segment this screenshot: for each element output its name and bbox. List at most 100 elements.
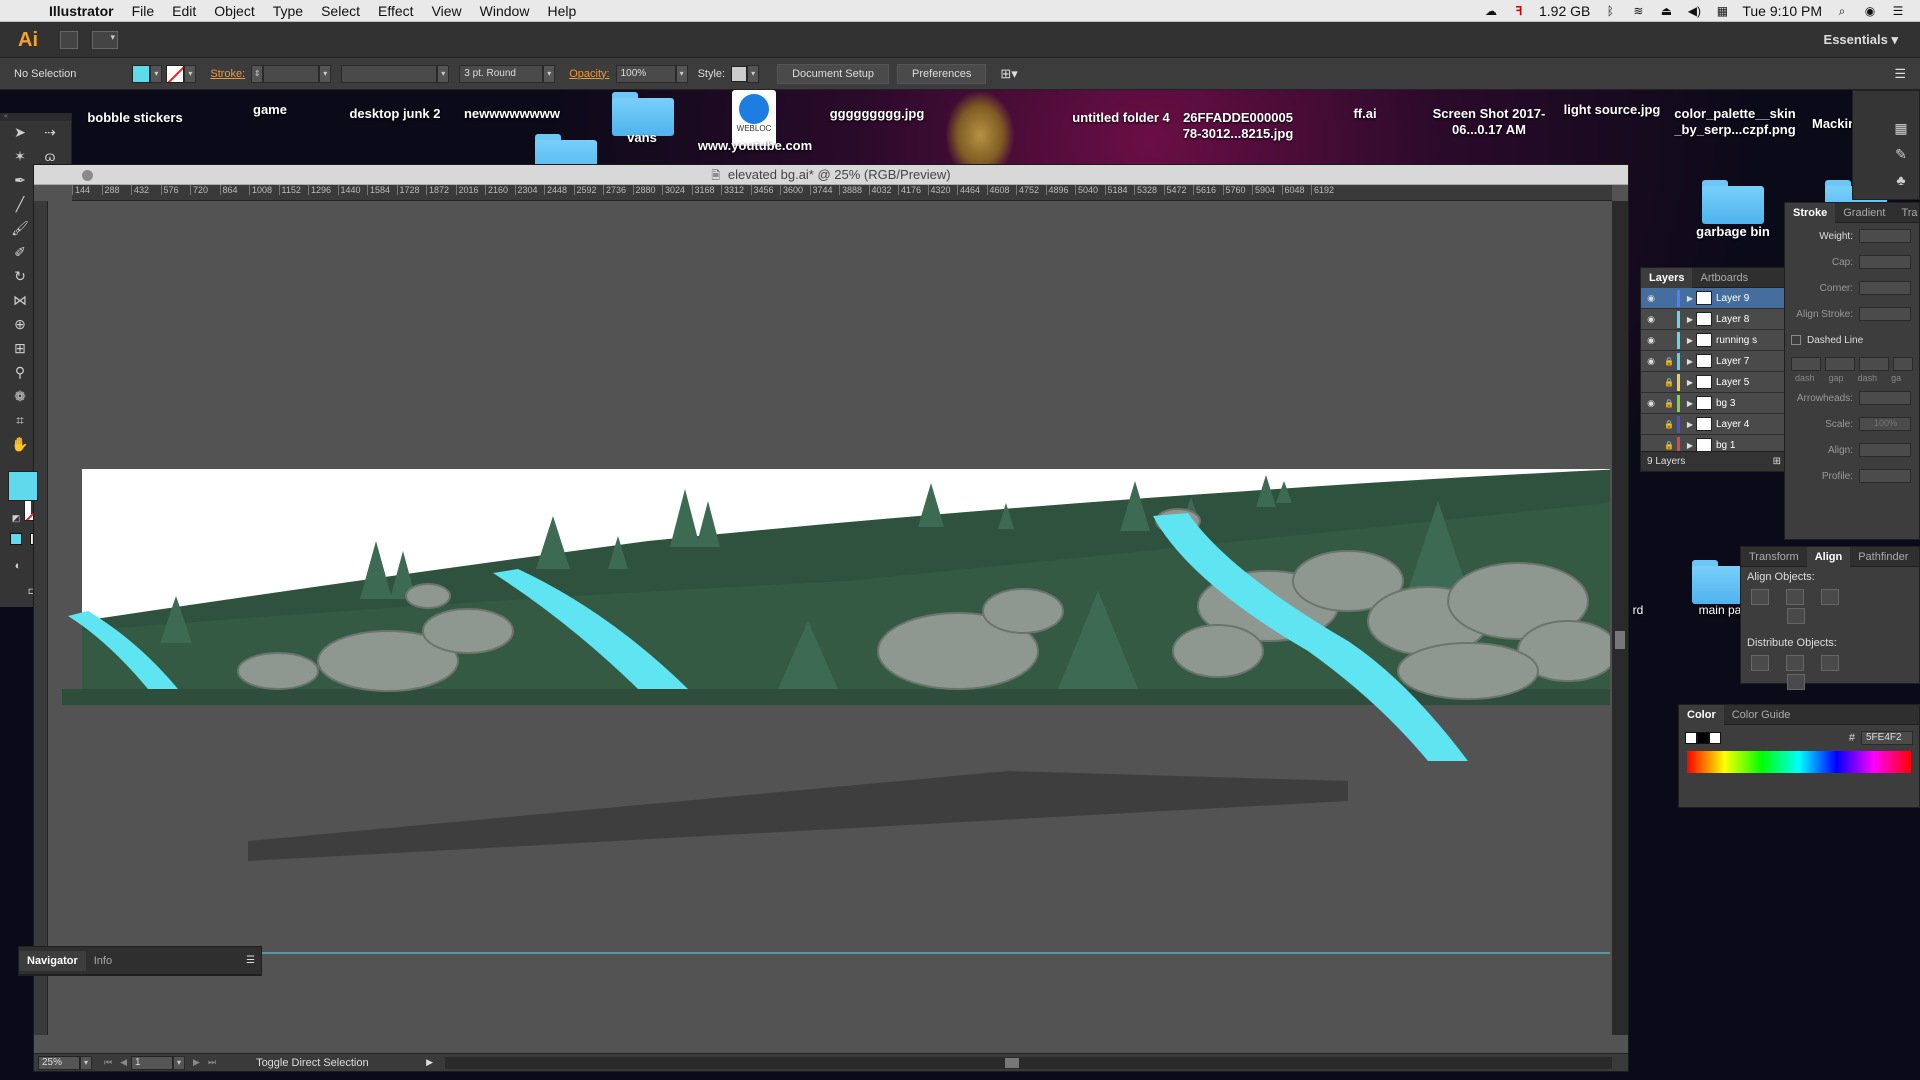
desktop-item[interactable]: newwwwwwww [462, 106, 562, 122]
desktop-item[interactable]: light source.jpg [1560, 102, 1664, 118]
shape-builder-icon[interactable]: ⊕ [8, 313, 32, 335]
distribute-left-button[interactable] [1787, 674, 1805, 690]
fill-dropdown[interactable]: ▾ [150, 64, 163, 83]
calendar-icon[interactable]: ▦ [1714, 4, 1730, 18]
selection-tool-icon[interactable]: ➤ [8, 121, 32, 143]
align-left-button[interactable] [1751, 589, 1769, 605]
clock[interactable]: Tue 9:10 PM [1742, 3, 1822, 19]
tab-transparency[interactable]: Tra [1893, 207, 1920, 219]
siri-icon[interactable]: ◉ [1862, 4, 1878, 18]
line-tool-icon[interactable]: ╱ [8, 193, 32, 215]
tab-layers[interactable]: Layers [1641, 267, 1693, 288]
panel-menu-icon[interactable]: ☰ [1894, 66, 1906, 82]
menu-app-name[interactable]: Illustrator [40, 3, 123, 19]
none-swatch-icon[interactable] [1685, 732, 1697, 744]
wifi-icon[interactable]: ≋ [1630, 4, 1646, 18]
expand-triangle-icon[interactable]: ▶ [1684, 378, 1696, 387]
artboard-field[interactable]: 1 [131, 1055, 174, 1070]
align-stroke-buttons[interactable] [1859, 307, 1911, 321]
fill-color-box[interactable] [8, 471, 38, 501]
navigator-menu-icon[interactable]: ☰ [246, 955, 255, 966]
canvas[interactable] [48, 201, 1610, 1035]
tab-info[interactable]: Info [86, 955, 120, 967]
black-swatch-icon[interactable] [1697, 732, 1709, 744]
weight-field[interactable] [1859, 229, 1911, 243]
expand-triangle-icon[interactable]: ▶ [1684, 399, 1696, 408]
visibility-eye-icon[interactable]: ◉ [1641, 335, 1661, 346]
corner-buttons[interactable] [1859, 281, 1911, 295]
paintbrush-tool-icon[interactable]: 🖌 [8, 217, 32, 239]
desktop-item[interactable]: game [240, 102, 300, 118]
preferences-button[interactable]: Preferences [897, 63, 987, 84]
lock-icon[interactable]: 🔒 [1661, 357, 1677, 366]
layer-row[interactable]: 🔒 ▶ Layer 4 [1641, 414, 1787, 435]
stroke-weight-stepper[interactable]: ⇕ [251, 64, 264, 83]
visibility-eye-icon[interactable]: ◉ [1641, 356, 1661, 367]
desktop-item[interactable]: bobble stickers [80, 110, 190, 126]
horizontal-ruler[interactable]: 144 288 432 576 720 864 1008 1152 1296 1440 1584 17… [72, 185, 1612, 201]
tab-color[interactable]: Color [1679, 704, 1724, 725]
horizontal-scrollbar[interactable] [444, 1056, 1612, 1069]
notification-center-icon[interactable]: ☰ [1890, 4, 1906, 18]
width-tool-icon[interactable]: ⋈ [8, 289, 32, 311]
white-swatch-icon[interactable] [1709, 732, 1721, 744]
horizontal-scroll-thumb[interactable] [1004, 1057, 1019, 1068]
layer-name[interactable]: bg 1 [1716, 440, 1735, 451]
arrange-icon[interactable]: ⊞▾ [1000, 66, 1017, 82]
expand-triangle-icon[interactable]: ▶ [1684, 336, 1696, 345]
memory-readout[interactable]: 1.92 GB [1539, 3, 1590, 19]
brushes-icon[interactable]: ✎ [1889, 143, 1913, 165]
magic-wand-icon[interactable]: ✶ [8, 145, 32, 167]
eyedropper-icon[interactable]: ⚲ [8, 361, 32, 383]
desktop-item[interactable]: garbage bin [1680, 224, 1786, 240]
bluetooth-icon[interactable]: ᛒ [1602, 4, 1618, 18]
variable-width-dropdown[interactable]: ▾ [437, 64, 450, 83]
desktop-item[interactable]: vans [612, 130, 672, 146]
color-mode-icon[interactable] [10, 533, 22, 545]
pen-tool-icon[interactable]: ✒ [8, 169, 32, 191]
expand-triangle-icon[interactable]: ▶ [1684, 420, 1696, 429]
stroke-label[interactable]: Stroke: [210, 68, 245, 80]
next-artboard-icon[interactable]: ▶ [193, 1057, 200, 1068]
align-top-button[interactable] [1787, 608, 1805, 624]
expand-triangle-icon[interactable]: ▶ [1684, 357, 1696, 366]
first-artboard-icon[interactable]: ⏮ [104, 1057, 112, 1068]
stroke-panel-icon[interactable]: ▦ [1889, 117, 1913, 139]
visibility-eye-icon[interactable]: ◉ [1641, 293, 1661, 304]
menu-view[interactable]: View [423, 3, 471, 19]
visibility-eye-icon[interactable]: ◉ [1641, 398, 1661, 409]
eject-icon[interactable]: ⏏ [1658, 4, 1674, 18]
tab-navigator[interactable]: Navigator [19, 950, 86, 971]
menu-file[interactable]: File [123, 3, 164, 19]
layer-name[interactable]: Layer 5 [1716, 377, 1749, 388]
style-dropdown[interactable]: ▾ [747, 64, 760, 83]
stroke-weight-field[interactable] [263, 64, 320, 83]
layer-row[interactable]: 🔒 ▶ Layer 5 [1641, 372, 1787, 393]
new-layer-icon[interactable]: ⊞ [1773, 452, 1781, 472]
tab-gradient[interactable]: Gradient [1835, 207, 1893, 219]
zoom-dropdown[interactable]: ▾ [80, 1055, 92, 1070]
layer-name[interactable]: Layer 7 [1716, 356, 1749, 367]
stroke-weight-dropdown[interactable]: ▾ [319, 64, 332, 83]
layer-name[interactable]: bg 3 [1716, 398, 1735, 409]
brush-dropdown[interactable]: ▾ [543, 64, 556, 83]
expand-triangle-icon[interactable]: ▶ [1684, 294, 1696, 303]
color-spectrum[interactable] [1687, 751, 1911, 773]
bridge-button[interactable] [60, 30, 78, 49]
artboard-tool-icon[interactable]: ⌗ [8, 409, 32, 431]
hand-tool-icon[interactable]: ✋ [8, 433, 32, 455]
layer-name[interactable]: Layer 9 [1716, 293, 1749, 304]
align-hcenter-button[interactable] [1786, 589, 1805, 605]
lock-icon[interactable]: 🔒 [1661, 420, 1677, 429]
layer-row[interactable]: ◉ 🔒 ▶ bg 3 [1641, 393, 1787, 414]
desktop-item[interactable]: untitled folder 4 [1066, 110, 1176, 126]
dash-field[interactable] [1791, 357, 1821, 371]
gap-field[interactable] [1893, 357, 1913, 371]
symbol-sprayer-icon[interactable]: ❁ [8, 385, 32, 407]
dash-field[interactable] [1859, 357, 1889, 371]
menu-select[interactable]: Select [312, 3, 369, 19]
desktop-item[interactable]: www.youtube.com [690, 138, 820, 154]
stroke-swatch[interactable] [166, 64, 185, 83]
menu-type[interactable]: Type [264, 3, 312, 19]
layer-name[interactable]: running s [1716, 335, 1757, 346]
